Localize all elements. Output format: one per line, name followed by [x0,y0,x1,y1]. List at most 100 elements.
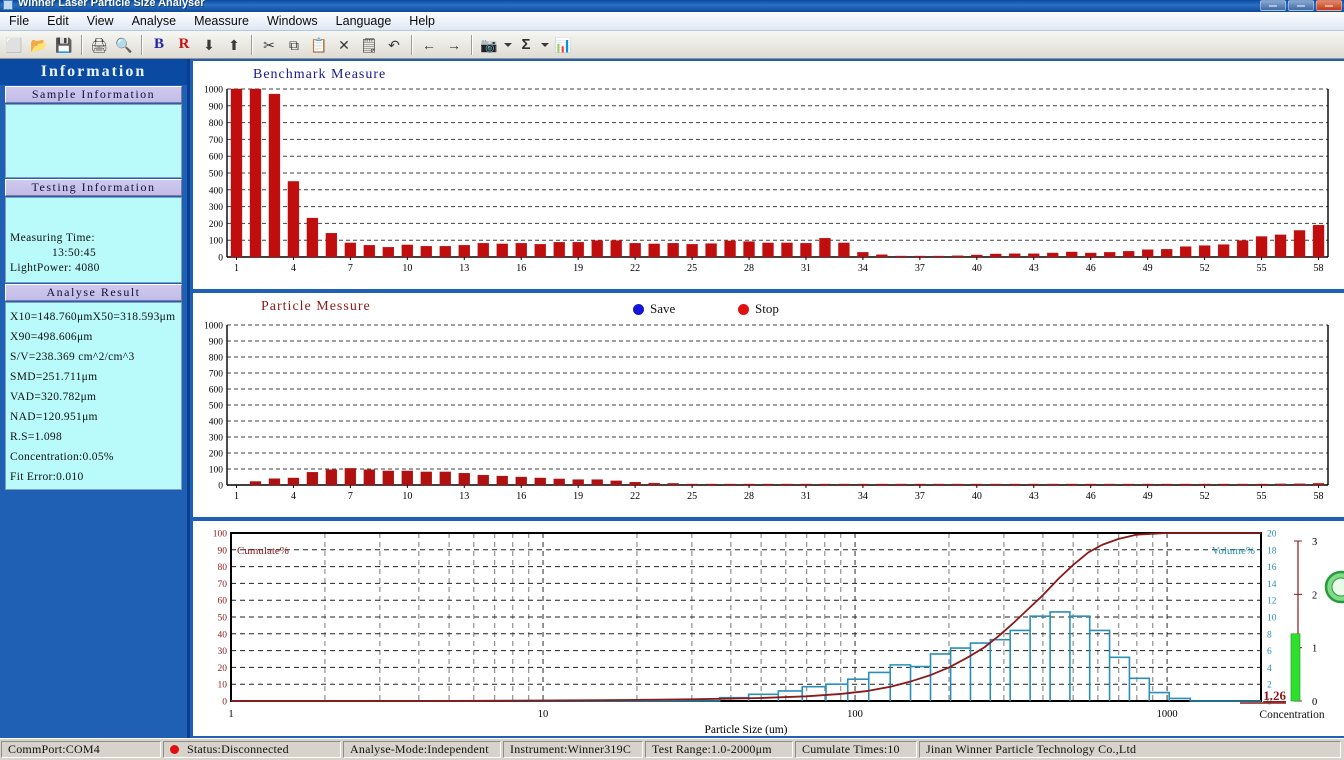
chevron-down-icon[interactable] [502,33,514,57]
chart-plot-area: 0100200300400500600700800900100014710131… [204,86,1328,275]
x-axis-tick: 19 [573,491,583,502]
volume-histogram [231,612,1261,701]
bar [895,256,906,257]
bar [1104,252,1115,257]
gauge-tick: 3 [1312,537,1317,548]
x-axis-tick: 4 [291,263,296,274]
status-indicator-icon [170,745,179,754]
chevron-down-icon[interactable] [539,33,551,57]
cut-icon[interactable]: ✂ [257,33,281,57]
forward-arrow-icon[interactable]: → [442,33,466,57]
bold-b-icon[interactable]: B [147,33,171,57]
copy-icon[interactable]: ⧉ [282,33,306,57]
sample-information-header[interactable]: Sample Information [5,86,182,103]
y-axis-tick: 600 [209,153,224,163]
bar [1199,484,1210,485]
open-folder-icon[interactable]: 📂 [27,33,51,57]
print-preview-icon[interactable]: 🔍 [112,33,136,57]
bar [1275,484,1286,485]
y-axis-tick: 600 [209,386,224,396]
import-up-icon[interactable]: ⬆ [222,33,246,57]
distribution-plot-area: 010203040506070809010002468101214161820C… [213,530,1277,737]
save-icon[interactable]: 💾 [52,33,76,57]
bar [725,484,736,485]
y-axis-tick: 0 [218,482,223,492]
y-axis-tick: 900 [209,102,224,112]
save-indicator[interactable]: Save [633,301,675,317]
left-y-axis-tick: 60 [218,597,228,607]
y-axis-tick: 800 [209,354,224,364]
y-axis-tick: 1000 [204,86,223,96]
x-axis-tick: 43 [1029,491,1039,502]
x-axis-tick: 28 [744,263,754,274]
sigma-icon-glyph: Σ [521,37,530,52]
stop-indicator[interactable]: Stop [738,301,779,317]
bar [1313,483,1324,485]
menu-item-file[interactable]: File [0,12,38,31]
bar [288,478,299,485]
close-button[interactable] [1316,0,1342,11]
bar [781,484,792,485]
bar [1199,246,1210,257]
stop-label: Stop [755,301,779,317]
bar [592,241,603,257]
paste-icon-glyph: 📋 [310,38,327,52]
right-y-axis-tick: 14 [1267,580,1277,590]
x-axis-tick: 10 [538,709,549,720]
back-arrow-icon[interactable]: ← [417,33,441,57]
y-axis-tick: 900 [209,338,224,348]
bar [687,244,698,257]
left-y-axis-tick: 40 [218,630,228,640]
bar [440,472,451,485]
maximize-button[interactable] [1288,0,1314,11]
analyse-result-header[interactable]: Analyse Result [5,284,182,301]
x-axis-tick: 46 [1086,491,1096,502]
status-instrument: Instrument:Winner319C [503,741,643,758]
menu-item-help[interactable]: Help [400,12,444,31]
menu-item-meassure[interactable]: Meassure [185,12,258,31]
new-file-icon[interactable]: ⬜ [2,33,26,57]
dial-indicator[interactable] [1326,572,1344,602]
toolbar-separator [471,35,473,55]
bar [421,246,432,257]
x-axis-tick: 28 [744,491,754,502]
x-axis-tick: 1000 [1157,709,1178,720]
bar [1294,230,1305,257]
bar [516,243,527,257]
benchmark-measure-chart[interactable]: Benchmark Measure 0100200300400500600700… [193,61,1344,289]
menu-item-language[interactable]: Language [327,12,401,31]
x-axis-tick: 25 [687,263,697,274]
menu-item-edit[interactable]: Edit [38,12,78,31]
report-r-icon[interactable]: R [172,33,196,57]
print-icon[interactable]: 🖨 [87,33,111,57]
properties-icon[interactable]: 🗒 [357,33,381,57]
properties-icon-glyph: 🗒 [360,38,378,52]
particle-measure-chart[interactable]: Particle Messure Save Stop 0100200300400… [193,293,1344,517]
x-axis-tick: 13 [459,491,469,502]
distribution-chart-svg: 010203040506070809010002468101214161820C… [193,521,1344,736]
paste-icon[interactable]: 📋 [307,33,331,57]
menu-item-windows[interactable]: Windows [258,12,327,31]
analyse-result-line: X90=498.606μm [10,327,177,347]
menu-item-view[interactable]: View [78,12,123,31]
undo-icon[interactable]: ↶ [382,33,406,57]
chart-tool-icon[interactable]: 📊 [551,33,575,57]
bar [269,479,280,485]
forward-arrow-icon-glyph: → [447,38,461,52]
sigma-icon[interactable]: Σ [514,33,538,57]
export-down-icon[interactable]: ⬇ [197,33,221,57]
bar [307,218,318,257]
menu-item-analyse[interactable]: Analyse [123,12,185,31]
camera-icon[interactable]: 📷 [477,33,501,57]
distribution-chart[interactable]: 010203040506070809010002468101214161820C… [193,521,1344,736]
testing-information-header[interactable]: Testing Information [5,179,182,196]
bar [763,484,774,485]
delete-x-icon[interactable]: ✕ [332,33,356,57]
x-axis-tick: 58 [1314,263,1324,274]
stop-dot-icon [738,304,749,315]
y-axis-tick: 300 [209,203,224,213]
minimize-button[interactable] [1260,0,1286,11]
left-y-axis-tick: 50 [218,614,228,624]
x-axis-tick: 55 [1257,491,1267,502]
y-axis-tick: 1000 [204,322,223,332]
